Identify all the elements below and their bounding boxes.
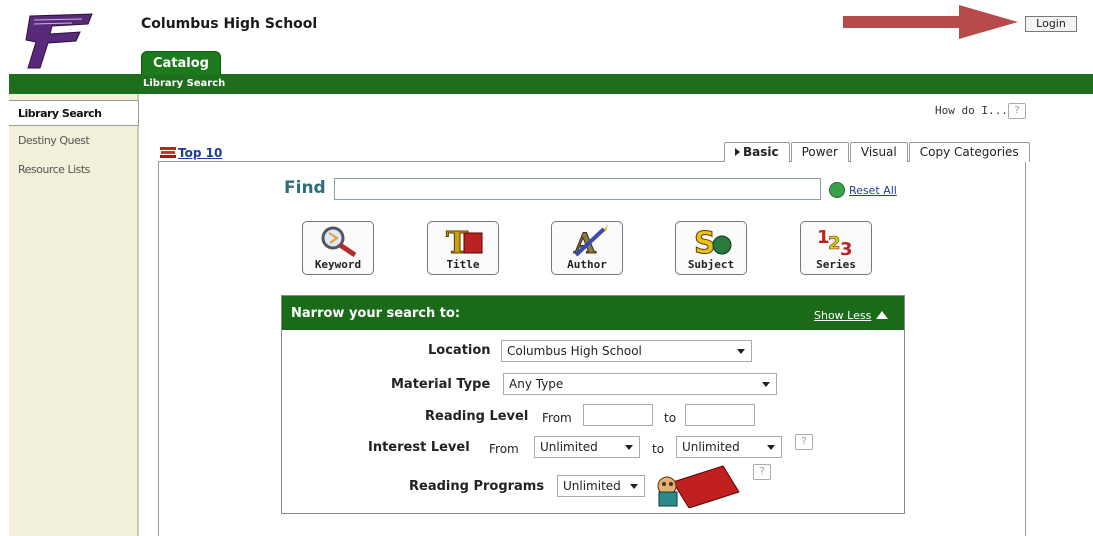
subnav-library-search[interactable]: Library Search: [143, 78, 225, 89]
school-logo: [25, 13, 93, 69]
chevron-down-icon: [762, 382, 770, 387]
chevron-down-icon: [767, 445, 775, 450]
material-type-select[interactable]: Any Type: [503, 373, 777, 395]
interest-level-from-label: From: [489, 442, 519, 456]
narrow-search-title: Narrow your search to:: [291, 306, 461, 321]
arrow-annotation: [843, 5, 1018, 39]
author-pen-icon: A: [573, 225, 608, 257]
interest-level-to-select[interactable]: Unlimited: [676, 436, 782, 458]
show-less-link[interactable]: Show Less: [814, 309, 889, 322]
reading-kid-icon: [657, 465, 740, 508]
sidebar-item-resource-lists[interactable]: Resource Lists: [9, 157, 139, 183]
tab-copy-categories[interactable]: Copy Categories: [908, 142, 1030, 162]
find-input[interactable]: [334, 178, 821, 200]
chevron-down-icon: [737, 349, 745, 354]
series-label: Series: [816, 258, 856, 271]
books-icon: [160, 147, 176, 158]
interest-level-label: Interest Level: [368, 440, 470, 455]
reading-level-from-label: From: [542, 411, 572, 425]
sidebar-item-library-search[interactable]: Library Search: [9, 100, 139, 126]
interest-level-help-icon[interactable]: ?: [795, 434, 813, 450]
reset-all-link[interactable]: Reset All: [829, 182, 897, 198]
narrow-search-header: Narrow your search to: Show Less: [282, 296, 904, 330]
chevron-down-icon: [630, 484, 638, 489]
magnifier-icon: [321, 226, 357, 257]
reading-level-from-input[interactable]: [583, 404, 653, 426]
reading-programs-help-icon[interactable]: ?: [753, 464, 771, 480]
location-label: Location: [428, 343, 491, 358]
reading-programs-label: Reading Programs: [409, 479, 545, 494]
tab-catalog[interactable]: Catalog: [141, 51, 221, 75]
how-do-i-link[interactable]: How do I...: [935, 104, 1008, 117]
login-button[interactable]: Login: [1025, 16, 1077, 32]
subject-label: Subject: [687, 258, 735, 271]
svg-text:S: S: [694, 226, 716, 257]
author-label: Author: [567, 258, 607, 271]
title-book-icon: T: [446, 226, 483, 257]
reading-level-to-input[interactable]: [685, 404, 755, 426]
reading-programs-select[interactable]: Unlimited: [557, 475, 645, 497]
search-tabs: Basic Power Visual Copy Categories: [724, 142, 1031, 162]
svg-text:2: 2: [828, 233, 841, 254]
tab-visual[interactable]: Visual: [849, 142, 908, 162]
reading-level-to-label: to: [664, 411, 677, 425]
interest-level-to-label: to: [652, 442, 665, 456]
sidebar: Library Search Destiny Quest Resource Li…: [9, 94, 139, 536]
keyword-label: Keyword: [314, 258, 362, 271]
help-icon[interactable]: ?: [1008, 103, 1026, 119]
tab-power[interactable]: Power: [790, 142, 849, 162]
location-select[interactable]: Columbus High School: [501, 340, 752, 362]
chevron-down-icon: [625, 445, 633, 450]
sidebar-item-destiny-quest[interactable]: Destiny Quest: [9, 128, 139, 154]
find-label: Find: [284, 178, 326, 198]
material-type-label: Material Type: [391, 377, 491, 392]
series-numbers-icon: 1 2 3: [817, 227, 853, 257]
title-search-button[interactable]: T Title: [427, 221, 499, 275]
reading-level-label: Reading Level: [425, 409, 529, 424]
subject-search-button[interactable]: S Subject: [675, 221, 747, 275]
title-label: Title: [446, 258, 480, 271]
interest-level-from-select[interactable]: Unlimited: [534, 436, 640, 458]
series-search-button[interactable]: 1 2 3 Series: [800, 221, 872, 275]
subject-globe-icon: S: [694, 226, 732, 257]
top10-link[interactable]: Top 10: [160, 146, 222, 160]
svg-text:3: 3: [840, 239, 853, 257]
school-name: Columbus High School: [141, 16, 318, 32]
refresh-icon: [829, 182, 845, 198]
author-search-button[interactable]: A Author: [551, 221, 623, 275]
top10-label: Top 10: [178, 146, 223, 160]
keyword-search-button[interactable]: Keyword: [302, 221, 374, 275]
page: Columbus High School Login Catalog Libra…: [0, 0, 1093, 536]
play-icon: [735, 148, 740, 156]
tab-basic[interactable]: Basic: [724, 142, 790, 162]
collapse-up-icon: [876, 311, 889, 319]
